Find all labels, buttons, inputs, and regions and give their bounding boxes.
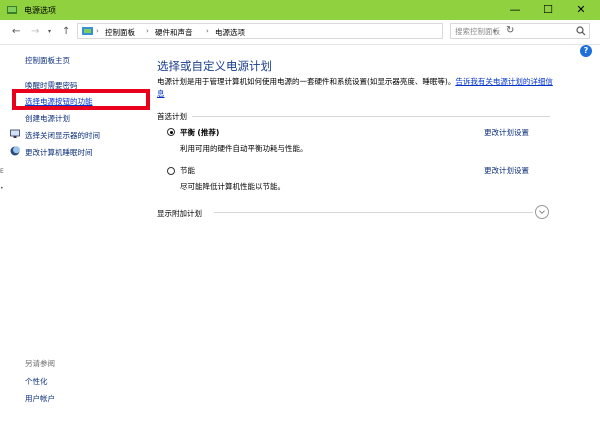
breadcrumb-power-options[interactable]: 电源选项 (215, 27, 245, 38)
search-input[interactable] (455, 25, 570, 37)
description-text: 电源计划是用于管理计算机如何使用电源的一套硬件和系统设置(如显示器亮度、睡眠等)… (157, 77, 456, 86)
show-more-plans-label[interactable]: 显示附加计划 (157, 208, 202, 219)
monitor-icon (10, 129, 20, 138)
title-bar: 电源选项 — ☐ ✕ (0, 0, 600, 20)
search-icon[interactable] (576, 26, 586, 36)
search-box (450, 23, 590, 39)
moon-icon (10, 146, 20, 156)
sidebar-home-link[interactable]: 控制面板主页 (25, 55, 70, 66)
see-also-personalization-link[interactable]: 个性化 (25, 376, 48, 387)
up-button[interactable]: ↑ (62, 26, 70, 37)
chevron-down-icon[interactable] (535, 205, 549, 219)
section-divider (192, 116, 550, 117)
edge-mark: • (0, 185, 4, 192)
help-icon[interactable]: ? (580, 45, 592, 57)
plan-power-saver-desc: 尽可能降低计算机性能以节能。 (180, 182, 285, 191)
sidebar-item-sleep-time[interactable]: 更改计算机睡眠时间 (25, 147, 93, 158)
plan-power-saver-radio[interactable] (167, 167, 175, 175)
control-panel-icon (82, 27, 93, 35)
breadcrumb-separator[interactable]: › (206, 27, 209, 35)
plan-power-saver-settings-link[interactable]: 更改计划设置 (484, 165, 529, 176)
power-options-icon (7, 6, 17, 14)
breadcrumb-separator: › (96, 27, 99, 35)
minimize-button[interactable]: — (500, 0, 530, 20)
edge-mark: E (0, 168, 4, 175)
plan-balanced-desc: 利用可用的硬件自动平衡功耗与性能。 (180, 144, 308, 153)
recent-locations-dropdown[interactable]: ▾ (48, 28, 51, 35)
maximize-button[interactable]: ☐ (533, 0, 563, 20)
plan-balanced-name[interactable]: 平衡 (推荐) (180, 127, 219, 138)
address-box[interactable]: › 控制面板 › 硬件和声音 › 电源选项 ▾ ↻ (77, 23, 514, 39)
page-title: 选择或自定义电源计划 (157, 59, 272, 73)
plan-power-saver-name[interactable]: 节能 (180, 165, 195, 176)
sidebar-item-create-plan[interactable]: 创建电源计划 (25, 113, 70, 124)
plan-balanced-settings-link[interactable]: 更改计划设置 (484, 127, 529, 138)
highlight-box (12, 89, 150, 110)
breadcrumb-separator[interactable]: › (146, 27, 149, 35)
close-button[interactable]: ✕ (566, 0, 596, 20)
forward-button[interactable]: → (31, 26, 39, 37)
sidebar-item-display-off[interactable]: 选择关闭显示器的时间 (25, 130, 100, 141)
see-also-user-accounts-link[interactable]: 用户帐户 (25, 393, 55, 404)
preferred-plans-label: 首选计划 (157, 112, 187, 121)
address-bar: ← → ▾ ↑ › 控制面板 › 硬件和声音 › 电源选项 ▾ ↻ (0, 20, 600, 45)
see-also-heading: 另请参阅 (25, 359, 55, 368)
breadcrumb-control-panel[interactable]: 控制面板 (105, 27, 135, 38)
window-title: 电源选项 (24, 6, 56, 15)
page-description: 电源计划是用于管理计算机如何使用电源的一套硬件和系统设置(如显示器亮度、睡眠等)… (157, 76, 557, 100)
back-button[interactable]: ← (12, 26, 20, 37)
section-divider (214, 212, 533, 213)
breadcrumb-hardware-sound[interactable]: 硬件和声音 (155, 27, 193, 38)
plan-balanced-radio[interactable] (167, 128, 175, 136)
